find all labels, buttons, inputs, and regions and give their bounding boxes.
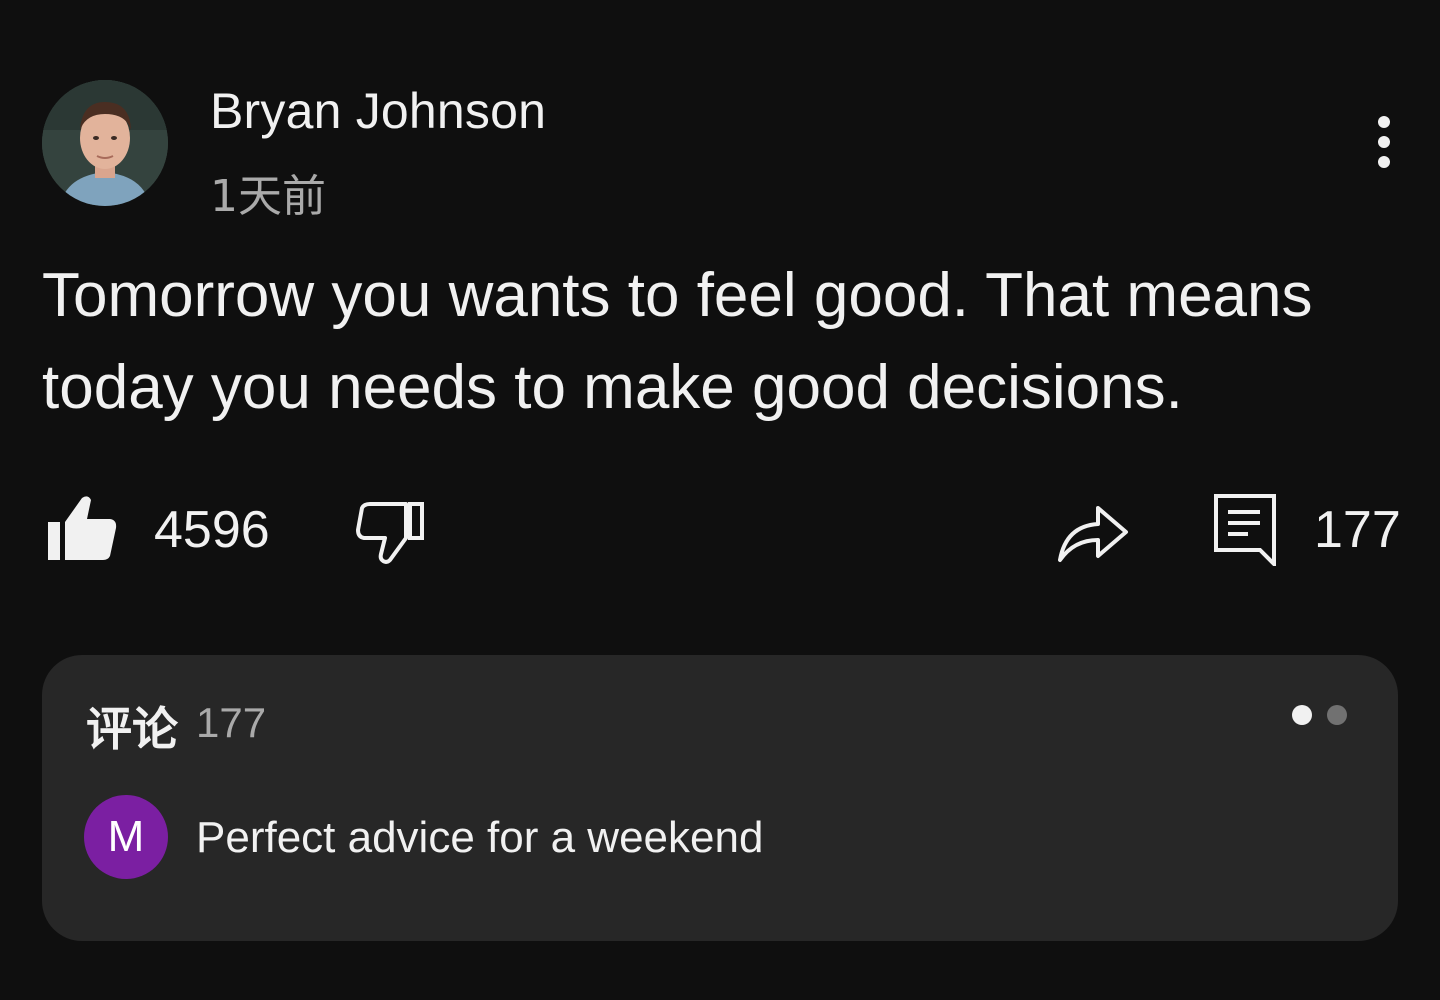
author-avatar[interactable] [42,80,168,206]
share-arrow-icon [1058,506,1128,562]
more-vert-icon-dot [1378,136,1390,148]
share-button[interactable] [1052,496,1132,566]
commenter-avatar[interactable]: M [84,795,168,879]
comment-text: Perfect advice for a weekend [196,813,764,862]
action-bar: 4596 177 [42,490,1402,570]
more-vert-icon [1378,116,1390,128]
more-vert-icon-dot [1378,156,1390,168]
thumb-down-outline-icon [356,502,424,564]
thumb-up-filled-icon [48,496,117,560]
comment-icon [1214,494,1276,566]
comment-count: 177 [1314,501,1401,559]
author-name[interactable]: Bryan Johnson [210,82,546,140]
post-timestamp: 1天前 [210,171,326,222]
like-count: 4596 [154,501,270,559]
like-button[interactable]: 4596 [42,490,282,570]
community-post: Bryan Johnson 1天前 Tomorrow you wants to … [0,0,1440,1000]
dislike-button[interactable] [354,494,430,566]
comments-pager [1292,703,1352,727]
comment-preview[interactable]: M Perfect advice for a weekend [84,795,1344,881]
more-options-button[interactable] [1362,110,1406,174]
pager-dot-active [1292,705,1312,725]
post-text: Tomorrow you wants to feel good. That me… [42,261,1313,422]
comments-title: 评论 [86,702,178,756]
comments-preview-card[interactable]: 评论 177 M Perfect advice for a weekend [42,655,1398,941]
author-photo [42,80,168,206]
pager-dot-inactive [1327,705,1347,725]
comments-count: 177 [196,699,267,746]
comments-button[interactable]: 177 [1212,490,1402,570]
post-header: Bryan Johnson 1天前 [42,80,1402,222]
